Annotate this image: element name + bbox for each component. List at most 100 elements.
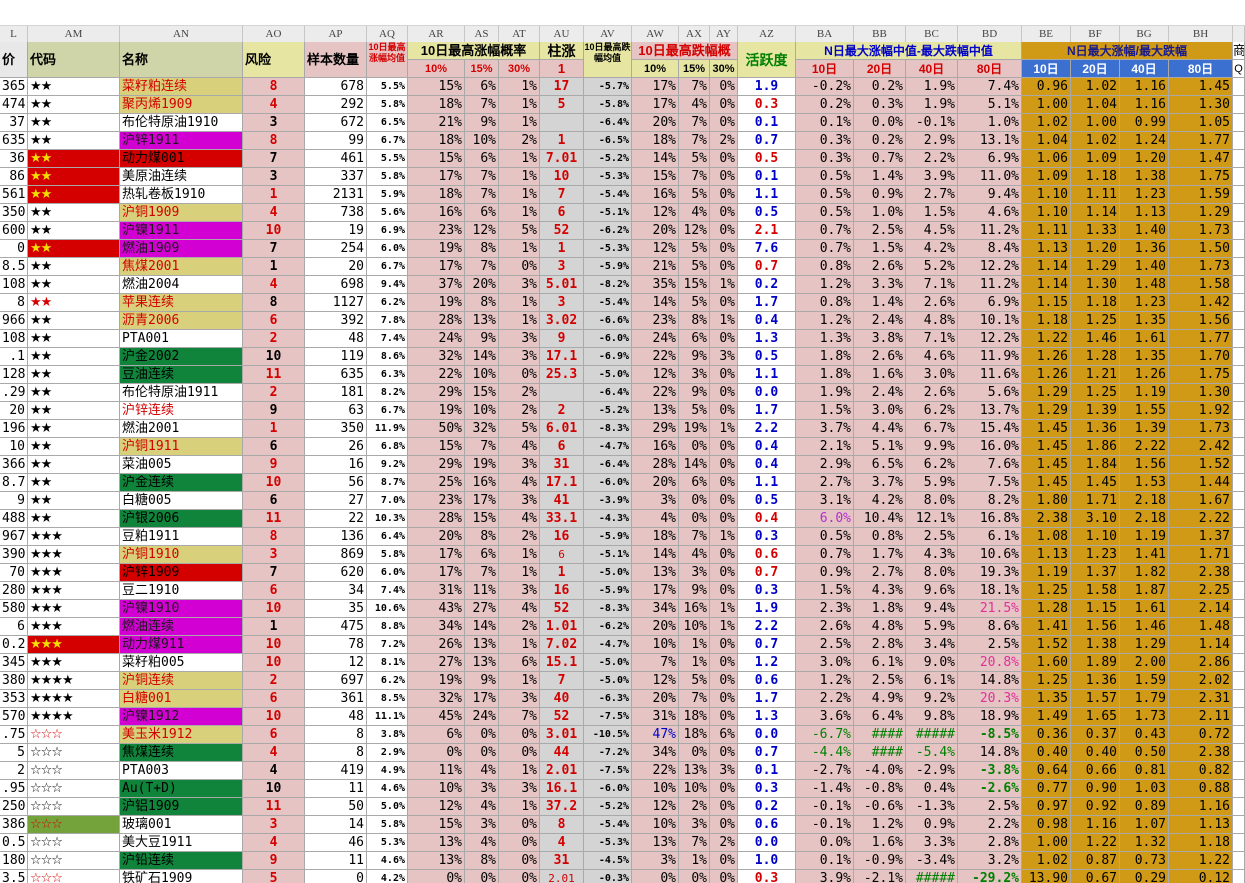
table-row[interactable]: 280 ★★★ 豆二1910 6 34 7.4% 31% 11% 3% 16 -5.9% 17% 9% 0… — [0, 582, 1245, 600]
cell-down-15[interactable]: 9% — [679, 582, 710, 600]
cell-code[interactable]: ★★ — [28, 510, 120, 528]
cell-median-ba[interactable]: 3.9% — [796, 870, 854, 883]
cell-up-10[interactable]: 18% — [408, 96, 465, 114]
cell-ratio-bf[interactable]: 1.65 — [1071, 708, 1120, 726]
cell-up-15[interactable]: 4% — [465, 762, 499, 780]
cell-ratio-bf[interactable]: 1.11 — [1071, 186, 1120, 204]
cell-up-10[interactable]: 19% — [408, 672, 465, 690]
cell-risk[interactable]: 6 — [243, 312, 305, 330]
cell-code[interactable]: ☆☆☆ — [28, 780, 120, 798]
cell-name[interactable]: 美原油连续 — [120, 168, 243, 186]
cell-ratio-bf[interactable]: 1.71 — [1071, 492, 1120, 510]
cell-edge[interactable] — [1233, 816, 1245, 834]
cell-zhuzhang[interactable]: 6.01 — [540, 420, 584, 438]
cell-median-ba[interactable]: 1.5% — [796, 582, 854, 600]
cell-up-15[interactable]: 9% — [465, 114, 499, 132]
cell-median-bc[interactable]: 8.0% — [906, 564, 958, 582]
cell-ratio-bg[interactable]: 1.59 — [1120, 672, 1169, 690]
cell-ratio-be[interactable]: 1.28 — [1022, 600, 1071, 618]
cell-up-10[interactable]: 18% — [408, 186, 465, 204]
cell-up-10[interactable]: 11% — [408, 762, 465, 780]
cell-up-mean[interactable]: 5.9% — [367, 186, 408, 204]
cell-up-30[interactable]: 1% — [499, 240, 540, 258]
cell-up-mean[interactable]: 4.6% — [367, 852, 408, 870]
cell-ratio-be[interactable]: 1.49 — [1022, 708, 1071, 726]
cell-ratio-be[interactable]: 1.25 — [1022, 582, 1071, 600]
cell-median-bb[interactable]: 1.6% — [854, 366, 906, 384]
cell-down-15[interactable]: 0% — [679, 492, 710, 510]
column-letter-at[interactable]: AT — [499, 26, 540, 42]
cell-ratio-be[interactable]: 1.41 — [1022, 618, 1071, 636]
cell-price[interactable]: 570 — [0, 708, 28, 726]
cell-down-15[interactable]: 19% — [679, 420, 710, 438]
cell-median-bd[interactable]: 13.1% — [958, 132, 1022, 150]
cell-ratio-bg[interactable]: 0.43 — [1120, 726, 1169, 744]
cell-price[interactable]: 967 — [0, 528, 28, 546]
cell-down-15[interactable]: 2% — [679, 798, 710, 816]
table-row[interactable]: 180 ☆☆☆ 沪铅连续 9 11 4.6% 13% 8% 0% 31 -4.5% 3% 1% 0% 1.0… — [0, 852, 1245, 870]
cell-up-15[interactable]: 7% — [465, 96, 499, 114]
cell-code[interactable]: ★★ — [28, 366, 120, 384]
cell-median-bc[interactable]: 9.6% — [906, 582, 958, 600]
cell-name[interactable]: 豆粕1911 — [120, 528, 243, 546]
cell-down-15[interactable]: 1% — [679, 636, 710, 654]
cell-ratio-bf[interactable]: 1.15 — [1071, 600, 1120, 618]
cell-activity[interactable]: 0.4 — [738, 510, 796, 528]
cell-zhuzhang[interactable]: 16.1 — [540, 780, 584, 798]
cell-edge[interactable] — [1233, 744, 1245, 762]
cell-zhuzhang[interactable] — [540, 114, 584, 132]
cell-down-30[interactable]: 1% — [710, 528, 738, 546]
cell-median-ba[interactable]: 6.0% — [796, 510, 854, 528]
table-row[interactable]: 350 ★★ 沪铜1909 4 738 5.6% 16% 6% 1% 6 -5.1% 12% 4% 0% 0… — [0, 204, 1245, 222]
table-row[interactable]: 353 ★★★★ 白糖001 6 361 8.5% 32% 17% 3% 40 -6.3% 20% 7%… — [0, 690, 1245, 708]
cell-edge[interactable] — [1233, 96, 1245, 114]
cell-ratio-bg[interactable]: 2.18 — [1120, 510, 1169, 528]
cell-up-mean[interactable]: 8.1% — [367, 654, 408, 672]
cell-samples[interactable]: 19 — [305, 222, 367, 240]
cell-code[interactable]: ★★ — [28, 222, 120, 240]
cell-price[interactable]: 966 — [0, 312, 28, 330]
cell-median-bd[interactable]: 4.6% — [958, 204, 1022, 222]
cell-down-10[interactable]: 28% — [632, 456, 679, 474]
cell-down-10[interactable]: 16% — [632, 438, 679, 456]
cell-ratio-be[interactable]: 1.52 — [1022, 636, 1071, 654]
cell-edge[interactable] — [1233, 402, 1245, 420]
cell-zhuzhang[interactable]: 52 — [540, 708, 584, 726]
cell-median-bc[interactable]: 4.2% — [906, 240, 958, 258]
cell-activity[interactable]: 0.2 — [738, 276, 796, 294]
cell-ratio-bf[interactable]: 1.46 — [1071, 330, 1120, 348]
cell-name[interactable]: 苹果连续 — [120, 294, 243, 312]
cell-down-mean[interactable]: -10.5% — [584, 726, 632, 744]
cell-median-ba[interactable]: 2.7% — [796, 474, 854, 492]
cell-down-30[interactable]: 1% — [710, 312, 738, 330]
cell-ratio-bg[interactable]: 0.81 — [1120, 762, 1169, 780]
cell-down-30[interactable]: 0% — [710, 240, 738, 258]
cell-ratio-bh[interactable]: 1.73 — [1169, 258, 1233, 276]
cell-median-bb[interactable]: -4.0% — [854, 762, 906, 780]
cell-median-bc[interactable]: 9.4% — [906, 600, 958, 618]
cell-price[interactable]: .95 — [0, 780, 28, 798]
cell-down-mean[interactable]: -7.5% — [584, 708, 632, 726]
cell-down-10[interactable]: 47% — [632, 726, 679, 744]
cell-median-bc[interactable]: 6.1% — [906, 672, 958, 690]
cell-price[interactable]: 561 — [0, 186, 28, 204]
cell-up-30[interactable]: 0% — [499, 744, 540, 762]
cell-median-bd[interactable]: 7.5% — [958, 474, 1022, 492]
cell-zhuzhang[interactable]: 1 — [540, 564, 584, 582]
cell-down-15[interactable]: 7% — [679, 132, 710, 150]
cell-down-15[interactable]: 6% — [679, 474, 710, 492]
cell-down-15[interactable]: 5% — [679, 150, 710, 168]
cell-down-30[interactable]: 3% — [710, 762, 738, 780]
cell-up-10[interactable]: 0% — [408, 870, 465, 883]
cell-up-30[interactable]: 3% — [499, 330, 540, 348]
column-letter-bd[interactable]: BD — [958, 26, 1022, 42]
cell-down-30[interactable]: 0% — [710, 654, 738, 672]
cell-median-bd[interactable]: 6.1% — [958, 528, 1022, 546]
cell-median-bd[interactable]: 14.8% — [958, 672, 1022, 690]
header-up-10[interactable]: 10% — [408, 60, 465, 78]
table-row[interactable]: 580 ★★★ 沪镍1910 10 35 10.6% 43% 27% 4% 52 -8.3% 34% 1… — [0, 600, 1245, 618]
cell-down-30[interactable]: 0% — [710, 204, 738, 222]
cell-ratio-be[interactable]: 1.08 — [1022, 528, 1071, 546]
cell-ratio-bh[interactable]: 2.11 — [1169, 708, 1233, 726]
cell-down-30[interactable]: 0% — [710, 96, 738, 114]
